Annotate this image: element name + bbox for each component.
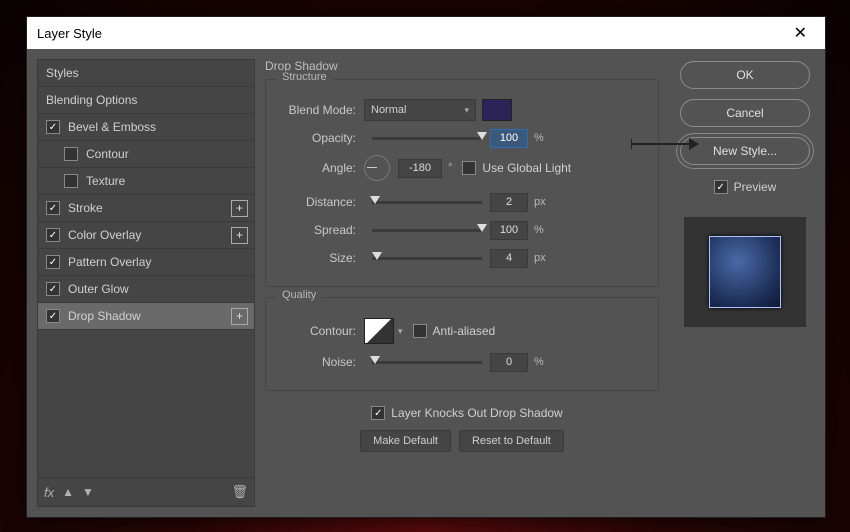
preview-thumbnail — [709, 236, 781, 308]
trash-icon[interactable]: 🗑 — [231, 484, 248, 500]
spread-input[interactable]: 100 — [490, 221, 528, 240]
angle-input[interactable]: -180 — [398, 159, 442, 178]
size-slider[interactable] — [372, 257, 482, 260]
blending-label: Blending Options — [46, 93, 137, 107]
noise-unit: % — [534, 356, 544, 368]
size-label: Size: — [278, 251, 364, 265]
sidebar-item-texture[interactable]: Texture — [38, 168, 254, 195]
add-stroke-icon[interactable]: + — [231, 200, 248, 217]
opacity-label: Opacity: — [278, 131, 364, 145]
sidebar-item-contour[interactable]: Contour — [38, 141, 254, 168]
dialog-title: Layer Style — [37, 26, 102, 41]
sidebar-item-label: Outer Glow — [68, 282, 129, 296]
sidebar-item-color-overlay[interactable]: Color Overlay + — [38, 222, 254, 249]
right-panel: OK Cancel New Style... Preview — [675, 59, 815, 507]
size-input[interactable]: 4 — [490, 249, 528, 268]
fx-menu-icon[interactable]: fx — [44, 485, 54, 500]
blend-mode-select[interactable]: Normal ▾ — [364, 99, 476, 121]
structure-title: Structure — [276, 71, 333, 83]
quality-group: Quality Contour: ▾ Anti-aliased Noise: 0… — [265, 297, 659, 391]
preview-label: Preview — [734, 180, 777, 194]
spread-label: Spread: — [278, 223, 364, 237]
close-icon[interactable]: ✕ — [786, 21, 815, 45]
checkbox-bevel[interactable] — [46, 120, 60, 134]
sidebar-item-drop-shadow[interactable]: Drop Shadow + — [38, 303, 254, 330]
noise-input[interactable]: 0 — [490, 353, 528, 372]
spread-slider[interactable] — [372, 229, 482, 232]
opacity-unit: % — [534, 132, 544, 144]
global-light-checkbox[interactable] — [462, 161, 476, 175]
add-drop-shadow-icon[interactable]: + — [231, 308, 248, 325]
sidebar-item-pattern-overlay[interactable]: Pattern Overlay — [38, 249, 254, 276]
noise-label: Noise: — [278, 355, 364, 369]
spread-unit: % — [534, 224, 544, 236]
sidebar-item-label: Bevel & Emboss — [68, 120, 156, 134]
checkbox-contour[interactable] — [64, 147, 78, 161]
sidebar-item-label: Pattern Overlay — [68, 255, 151, 269]
blend-mode-label: Blend Mode: — [278, 103, 364, 117]
distance-unit: px — [534, 196, 546, 208]
opacity-slider[interactable] — [372, 137, 482, 140]
contour-label: Contour: — [278, 324, 364, 338]
anti-aliased-label: Anti-aliased — [433, 324, 496, 338]
arrow-down-icon[interactable]: ▼ — [82, 485, 94, 499]
sidebar-item-label: Color Overlay — [68, 228, 141, 242]
checkbox-pattern-overlay[interactable] — [46, 255, 60, 269]
make-default-button[interactable]: Make Default — [360, 430, 451, 452]
cancel-button[interactable]: Cancel — [680, 99, 810, 127]
distance-label: Distance: — [278, 195, 364, 209]
new-style-button[interactable]: New Style... — [680, 137, 810, 165]
global-light-label: Use Global Light — [482, 161, 571, 175]
layer-style-dialog: Layer Style ✕ Styles Blending Options Be… — [26, 16, 826, 518]
sidebar-item-label: Stroke — [68, 201, 103, 215]
blending-options[interactable]: Blending Options — [38, 87, 254, 114]
knockout-checkbox[interactable] — [371, 406, 385, 420]
checkbox-stroke[interactable] — [46, 201, 60, 215]
size-unit: px — [534, 252, 546, 264]
angle-label: Angle: — [278, 161, 364, 175]
sidebar-item-stroke[interactable]: Stroke + — [38, 195, 254, 222]
center-panel: Drop Shadow Structure Blend Mode: Normal… — [265, 59, 665, 507]
noise-slider[interactable] — [372, 361, 482, 364]
knockout-label: Layer Knocks Out Drop Shadow — [391, 406, 562, 420]
structure-group: Structure Blend Mode: Normal ▾ Opacity: … — [265, 79, 659, 287]
checkbox-color-overlay[interactable] — [46, 228, 60, 242]
styles-header[interactable]: Styles — [38, 60, 254, 87]
checkbox-texture[interactable] — [64, 174, 78, 188]
sidebar-item-label: Texture — [86, 174, 125, 188]
preview-box — [684, 217, 806, 327]
annotation-arrow-icon — [632, 143, 698, 145]
titlebar: Layer Style ✕ — [27, 17, 825, 49]
quality-title: Quality — [276, 289, 322, 301]
distance-input[interactable]: 2 — [490, 193, 528, 212]
styles-panel: Styles Blending Options Bevel & Emboss C… — [37, 59, 255, 507]
contour-picker[interactable] — [364, 318, 394, 344]
blend-mode-value: Normal — [371, 104, 406, 116]
opacity-input[interactable]: 100 — [490, 129, 528, 148]
ok-button[interactable]: OK — [680, 61, 810, 89]
checkbox-drop-shadow[interactable] — [46, 309, 60, 323]
angle-unit: ° — [448, 162, 452, 174]
chevron-down-icon[interactable]: ▾ — [398, 326, 403, 337]
anti-aliased-checkbox[interactable] — [413, 324, 427, 338]
chevron-down-icon: ▾ — [464, 105, 469, 116]
add-color-overlay-icon[interactable]: + — [231, 227, 248, 244]
arrow-up-icon[interactable]: ▲ — [62, 485, 74, 499]
sidebar-item-label: Drop Shadow — [68, 309, 141, 323]
preview-checkbox[interactable] — [714, 180, 728, 194]
reset-default-button[interactable]: Reset to Default — [459, 430, 564, 452]
sidebar-item-bevel-emboss[interactable]: Bevel & Emboss — [38, 114, 254, 141]
sidebar-item-label: Contour — [86, 147, 129, 161]
shadow-color-swatch[interactable] — [482, 99, 512, 121]
angle-dial[interactable] — [364, 155, 390, 181]
distance-slider[interactable] — [372, 201, 482, 204]
sidebar-item-outer-glow[interactable]: Outer Glow — [38, 276, 254, 303]
styles-footer: fx ▲ ▼ 🗑 — [38, 477, 254, 506]
checkbox-outer-glow[interactable] — [46, 282, 60, 296]
styles-header-label: Styles — [46, 66, 79, 80]
